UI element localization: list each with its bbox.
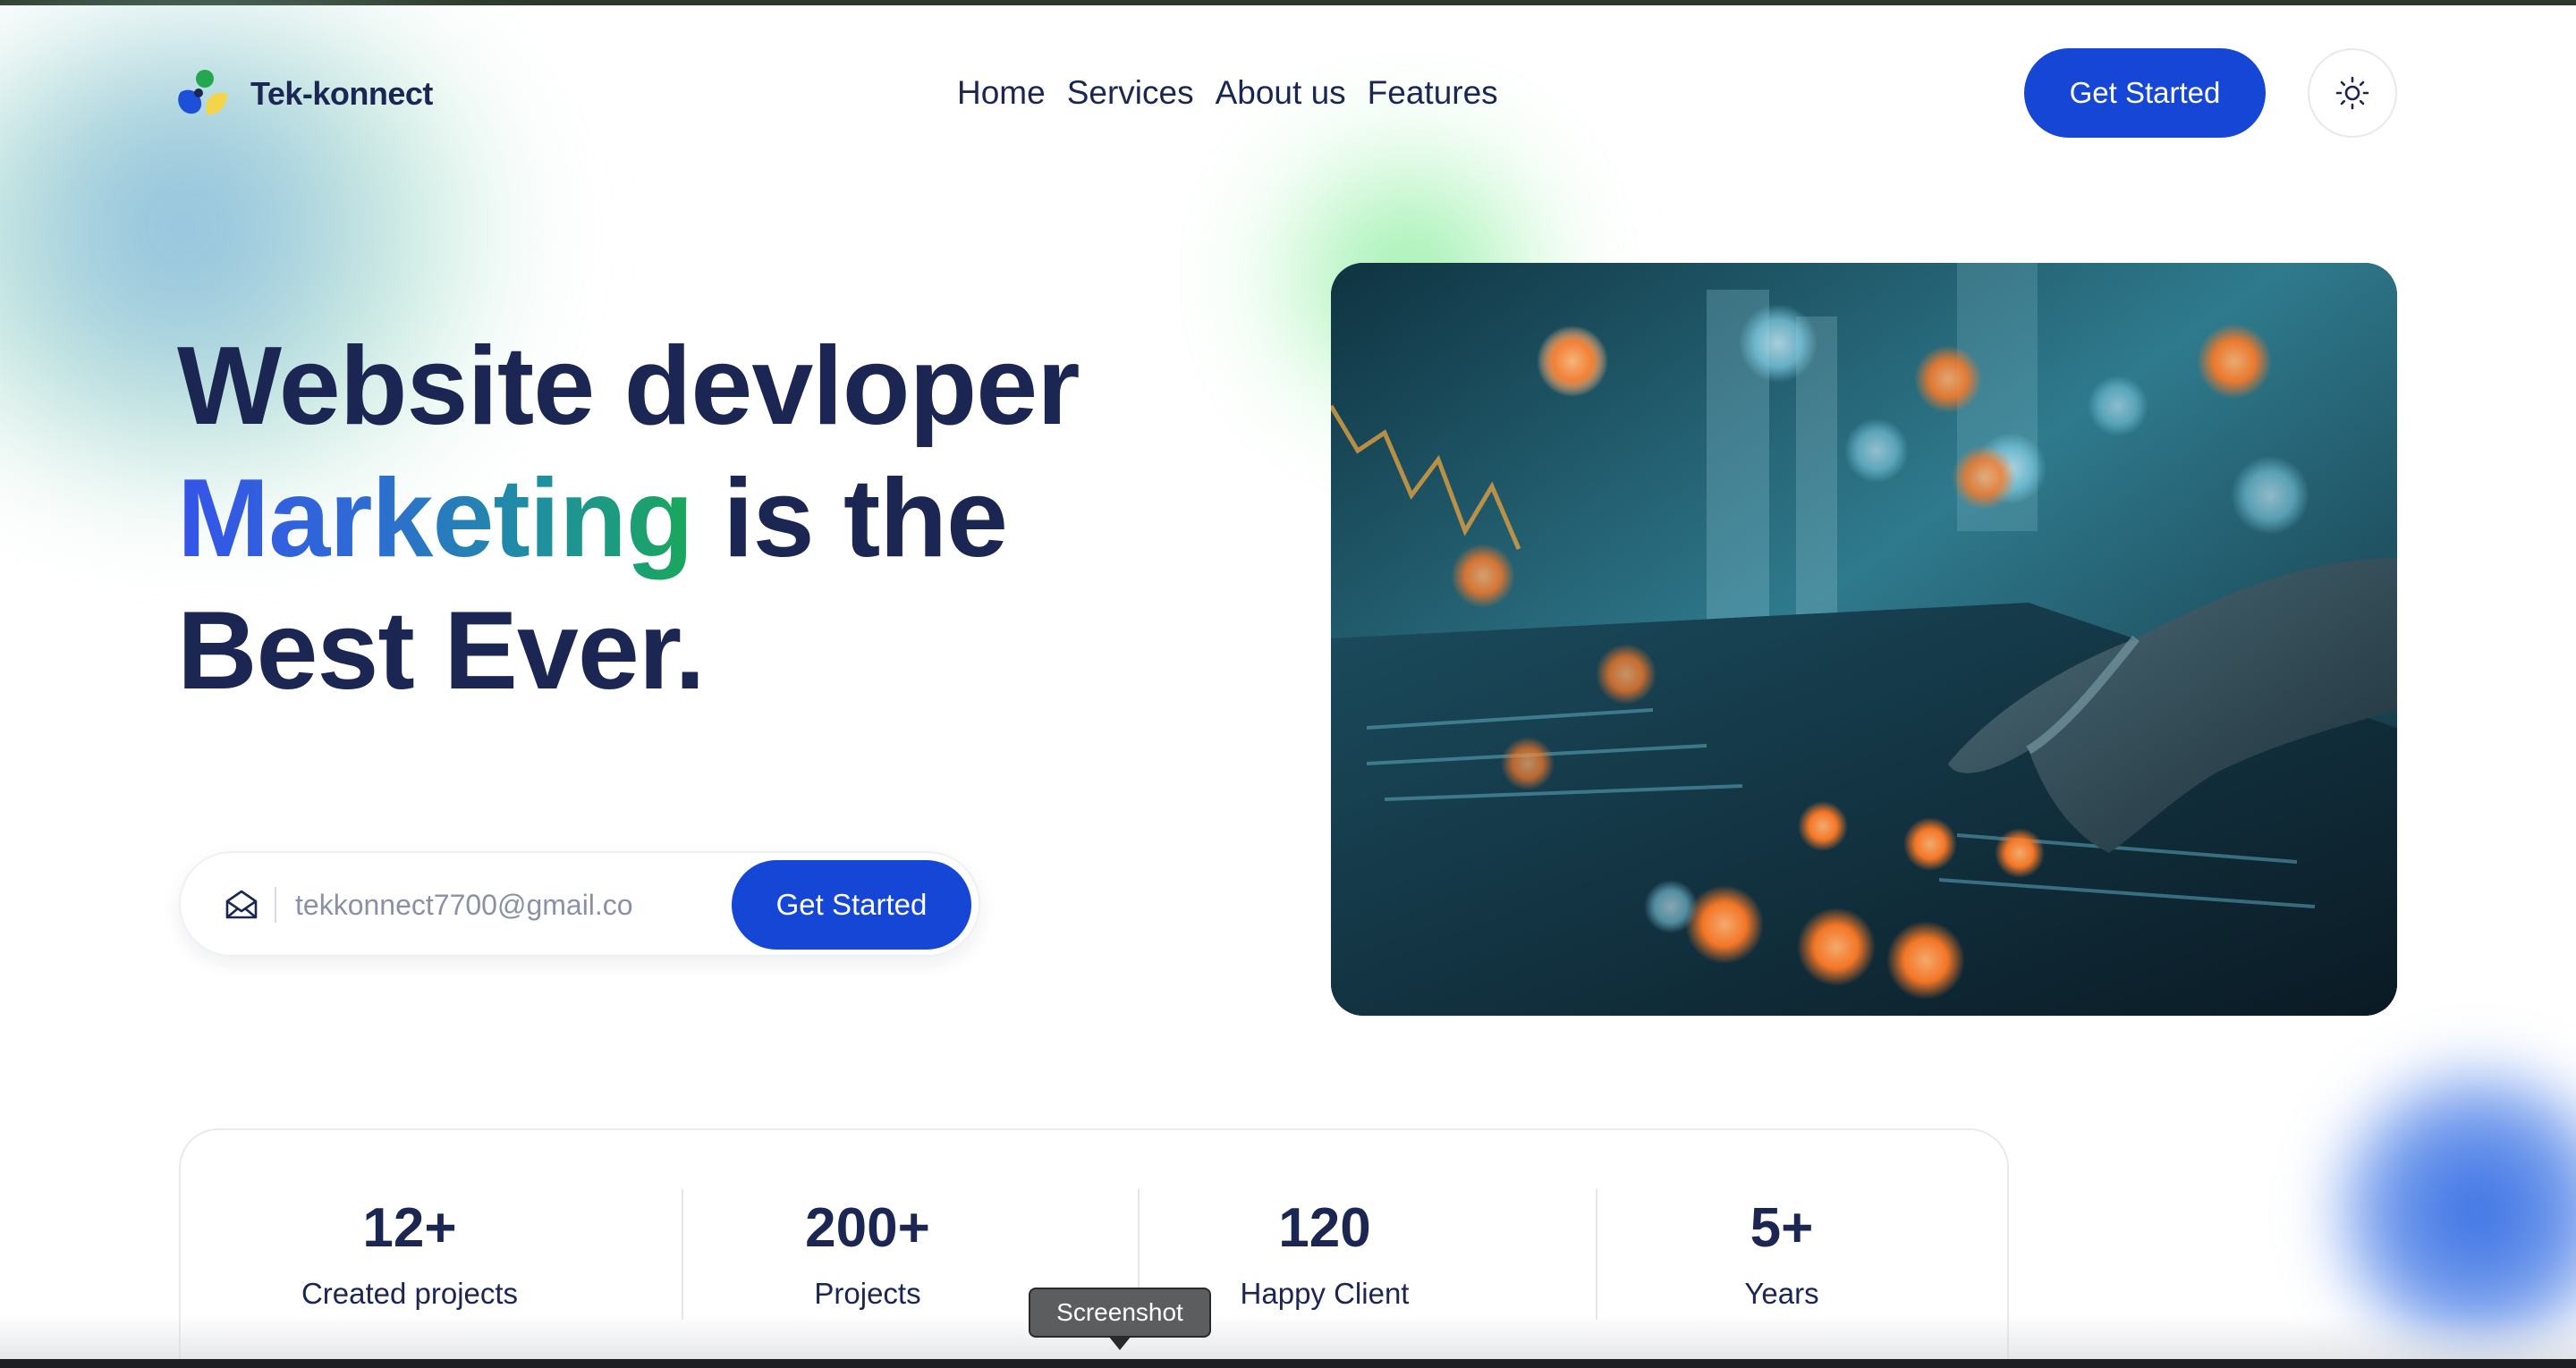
stat-label: Created projects [301,1277,519,1310]
stat-value: 5+ [1750,1197,1814,1259]
bottom-toolbar-edge [0,1359,2576,1368]
hero-accent-word: Marketing [177,457,694,580]
hero-image [1331,263,2397,1016]
nav-item-features[interactable]: Features [1368,74,1498,112]
tooltip-arrow [1108,1336,1131,1350]
form-get-started-button[interactable]: Get Started [732,860,971,950]
sun-icon [2335,76,2369,110]
window-top-edge [0,0,2576,5]
brand-name: Tek-konnect [250,75,433,112]
screenshot-tooltip: Screenshot [1029,1288,1211,1338]
theme-toggle-button[interactable] [2308,48,2397,138]
form-divider [275,887,276,923]
hero-headline-line-2: Marketing is the [177,452,1250,585]
email-signup-form: Get Started [179,851,980,957]
stat-value: 12+ [362,1197,457,1259]
stat-label: Years [1744,1277,1819,1310]
hero-headline: Website devloper Marketing is the Best E… [177,320,1250,717]
brand-logo-link[interactable]: Tek-konnect [177,67,433,121]
brand-logo-icon [178,70,227,115]
nav-item-services[interactable]: Services [1067,74,1194,112]
hero-headline-line-3: Best Ever. [177,589,706,713]
email-input[interactable] [295,883,716,926]
nav-item-about-us[interactable]: About us [1216,74,1346,112]
header-get-started-button[interactable]: Get Started [2024,48,2266,138]
stat-value: 120 [1278,1197,1371,1259]
landing-page: Tek-konnect Home Services About us Featu… [0,0,2576,1368]
hero-image-illustration [1331,263,2397,1016]
nav-item-home[interactable]: Home [957,74,1046,112]
stat-value: 200+ [805,1197,930,1259]
main-nav: Home Services About us Features [957,70,1498,116]
hero-headline-line-2-rest: is the [692,457,1008,580]
hero-headline-line-1: Website devloper [177,325,1080,448]
bottom-fade [0,1314,2576,1359]
mail-open-icon [225,890,258,919]
